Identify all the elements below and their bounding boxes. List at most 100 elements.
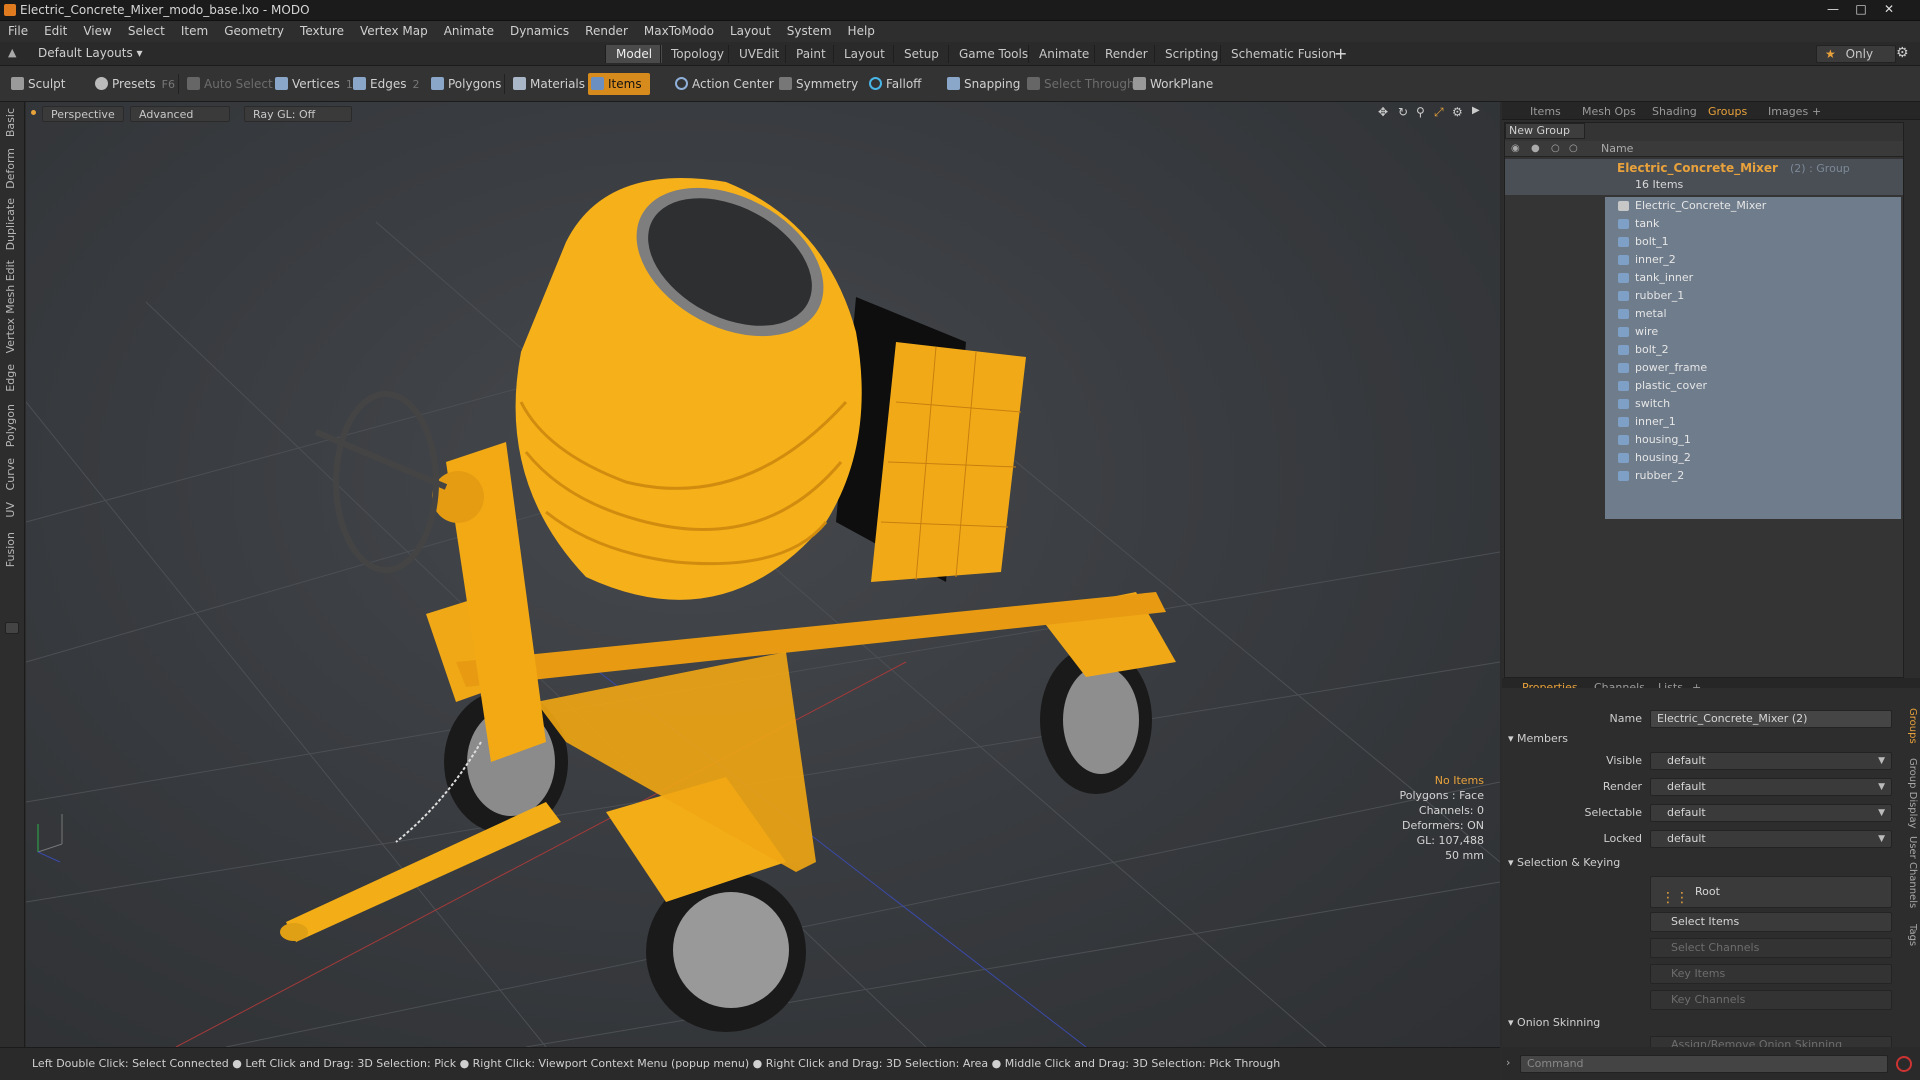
close-icon[interactable]: ✕ (1876, 1, 1902, 17)
list-item[interactable]: wire (1615, 323, 1658, 341)
side-tab-group-display[interactable]: Group Display (1900, 758, 1918, 828)
3d-viewport[interactable]: Perspective Advanced Ray GL: Off ✥ ↻ ⚲ ⤢… (26, 102, 1500, 1047)
polygons-button[interactable]: Polygons (428, 73, 501, 95)
new-group-button[interactable]: New Group (1505, 123, 1585, 139)
select-column-icon[interactable]: ○ (1569, 143, 1578, 154)
selectable-dropdown[interactable]: default ▼ (1650, 804, 1892, 822)
list-item[interactable]: rubber_1 (1615, 287, 1684, 305)
select-channels-button[interactable]: Select Channels (1650, 938, 1892, 958)
panel-toggle-icon[interactable] (5, 622, 19, 634)
menu-render[interactable]: Render (577, 21, 636, 42)
tab-paint[interactable]: Paint (785, 45, 836, 63)
list-item[interactable]: housing_2 (1615, 449, 1691, 467)
tab-vertex[interactable]: Vertex (4, 318, 17, 353)
tab-edge[interactable]: Edge (4, 364, 17, 392)
tab-model[interactable]: Model (605, 45, 663, 63)
list-item[interactable]: plastic_cover (1615, 377, 1707, 395)
list-item[interactable]: inner_1 (1615, 413, 1676, 431)
lock-column-icon[interactable]: ○ (1551, 143, 1560, 154)
menu-maxtomodo[interactable]: MaxToModo (636, 21, 722, 42)
tab-scripting[interactable]: Scripting (1154, 45, 1228, 63)
tab-polygon[interactable]: Polygon (4, 404, 17, 447)
maximize-icon[interactable]: □ (1848, 1, 1874, 17)
presets-button[interactable]: Presets F6 (92, 73, 175, 95)
tab-shading[interactable]: Shading (1644, 104, 1705, 120)
tab-uv[interactable]: UV (4, 502, 17, 518)
tab-schematic-fusion[interactable]: Schematic Fusion (1220, 45, 1346, 63)
menu-item[interactable]: Item (173, 21, 216, 42)
key-channels-button[interactable]: Key Channels (1650, 990, 1892, 1010)
key-items-button[interactable]: Key Items (1650, 964, 1892, 984)
list-item[interactable]: tank_inner (1615, 269, 1693, 287)
gear-icon[interactable]: ⚙ (1896, 45, 1909, 61)
edges-button[interactable]: Edges 2 (350, 73, 419, 95)
items-button[interactable]: Items (588, 73, 650, 95)
locked-dropdown[interactable]: default ▼ (1650, 830, 1892, 848)
tab-mesh-edit[interactable]: Mesh Edit (4, 260, 17, 314)
list-item[interactable]: bolt_1 (1615, 233, 1669, 251)
command-input[interactable]: Command (1520, 1055, 1888, 1073)
add-tab-icon[interactable]: + (1334, 44, 1347, 63)
menu-select[interactable]: Select (120, 21, 173, 42)
onion-skinning-section[interactable]: ▾ Onion Skinning (1508, 1016, 1600, 1029)
menu-geometry[interactable]: Geometry (216, 21, 292, 42)
tab-setup[interactable]: Setup (893, 45, 949, 63)
group-name-field[interactable]: Electric_Concrete_Mixer (2) (1650, 710, 1892, 728)
list-item[interactable]: rubber_2 (1615, 467, 1684, 485)
list-item[interactable]: tank (1615, 215, 1659, 233)
select-items-button[interactable]: Select Items (1650, 912, 1892, 932)
falloff-button[interactable]: Falloff (866, 73, 921, 95)
tab-mesh-ops[interactable]: Mesh Ops (1574, 104, 1644, 120)
menu-system[interactable]: System (779, 21, 840, 42)
menu-vertex-map[interactable]: Vertex Map (352, 21, 436, 42)
render-column-icon[interactable]: ● (1531, 143, 1540, 154)
workplane-button[interactable]: WorkPlane (1130, 73, 1213, 95)
action-center-button[interactable]: Action Center (672, 73, 774, 95)
add-panel-tab-icon[interactable]: + (1804, 104, 1829, 120)
menu-view[interactable]: View (75, 21, 119, 42)
list-item[interactable]: metal (1615, 305, 1667, 323)
layout-toggle-icon[interactable]: ▲ (8, 46, 16, 59)
minimize-icon[interactable]: — (1820, 1, 1846, 17)
materials-button[interactable]: Materials (510, 73, 585, 95)
visibility-column-icon[interactable]: ◉ (1511, 143, 1520, 154)
menu-animate[interactable]: Animate (436, 21, 502, 42)
tab-basic[interactable]: Basic (4, 108, 17, 137)
list-item[interactable]: switch (1615, 395, 1670, 413)
tab-deform[interactable]: Deform (4, 148, 17, 189)
vertices-button[interactable]: Vertices 1 (272, 73, 353, 95)
selection-keying-section[interactable]: ▾ Selection & Keying (1508, 856, 1620, 869)
menu-file[interactable]: File (0, 21, 36, 42)
tab-uvedit[interactable]: UVEdit (728, 45, 789, 63)
layout-preset-dropdown[interactable]: Default Layouts ▾ (38, 46, 143, 60)
render-dropdown[interactable]: default ▼ (1650, 778, 1892, 796)
command-expand-icon[interactable]: › (1506, 1056, 1510, 1069)
side-tab-tags[interactable]: Tags (1900, 924, 1918, 946)
record-icon[interactable] (1896, 1056, 1912, 1072)
tab-render[interactable]: Render (1094, 45, 1158, 63)
side-tab-groups[interactable]: Groups (1900, 708, 1918, 744)
auto-select-button[interactable]: Auto Select (184, 73, 273, 95)
list-item[interactable]: power_frame (1615, 359, 1707, 377)
tab-game-tools[interactable]: Game Tools (948, 45, 1038, 63)
root-button[interactable]: ⋮⋮ Root (1650, 876, 1892, 908)
tab-fusion[interactable]: Fusion (4, 532, 17, 567)
list-item[interactable]: inner_2 (1615, 251, 1676, 269)
menu-layout[interactable]: Layout (722, 21, 779, 42)
tab-topology[interactable]: Topology (660, 45, 734, 63)
tab-layout[interactable]: Layout (833, 45, 895, 63)
menu-edit[interactable]: Edit (36, 21, 75, 42)
tab-duplicate[interactable]: Duplicate (4, 198, 17, 250)
tab-curve[interactable]: Curve (4, 458, 17, 490)
list-item[interactable]: Electric_Concrete_Mixer (1615, 197, 1766, 215)
select-through-button[interactable]: Select Through (1024, 73, 1135, 95)
symmetry-button[interactable]: Symmetry (776, 73, 858, 95)
tab-animate[interactable]: Animate (1028, 45, 1099, 63)
menu-help[interactable]: Help (840, 21, 883, 42)
only-toggle[interactable]: ★ Only (1816, 45, 1896, 63)
sculpt-button[interactable]: Sculpt (8, 73, 65, 95)
side-tab-user-channels[interactable]: User Channels (1900, 836, 1918, 908)
menu-texture[interactable]: Texture (292, 21, 352, 42)
snapping-button[interactable]: Snapping (944, 73, 1020, 95)
list-item[interactable]: housing_1 (1615, 431, 1691, 449)
